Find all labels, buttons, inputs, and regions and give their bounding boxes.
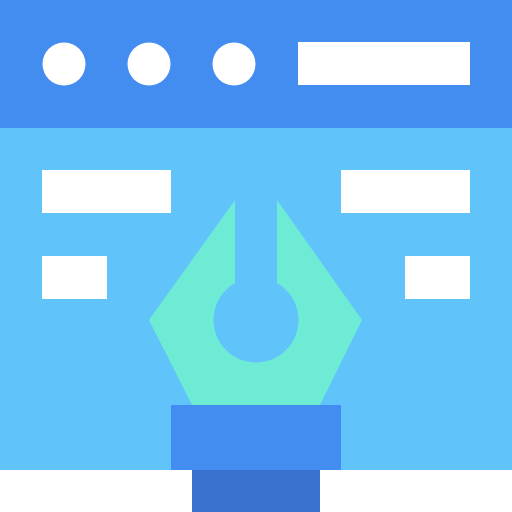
window-dot-2-icon — [127, 42, 171, 86]
pen-collar — [171, 405, 341, 470]
text-bar-left-long — [42, 170, 171, 213]
window-dot-3-icon — [212, 42, 256, 86]
window-dot-1-icon — [42, 42, 86, 86]
pen-nib-hole-icon — [213, 277, 299, 363]
text-bar-right-short — [405, 256, 470, 299]
web-design-pen-icon — [0, 0, 512, 512]
pen-grip — [192, 470, 320, 512]
text-bar-left-short — [42, 256, 107, 299]
address-bar — [298, 42, 470, 85]
text-bar-right-long — [341, 170, 470, 213]
icon-canvas — [0, 0, 512, 512]
